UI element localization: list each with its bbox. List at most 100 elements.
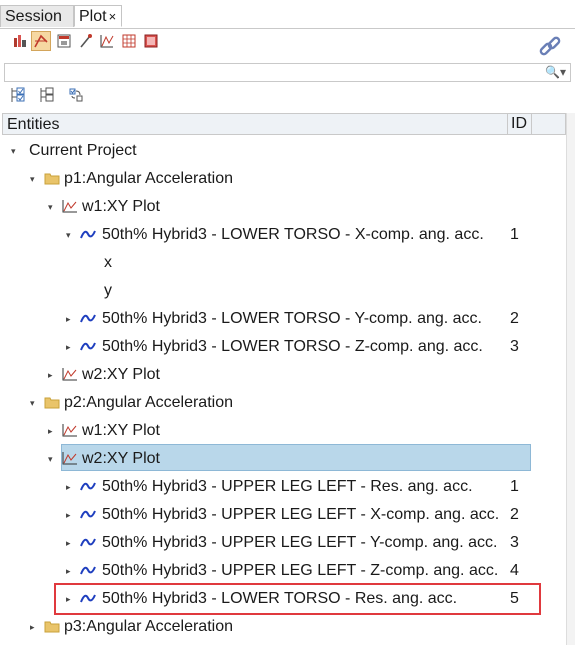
frame-icon[interactable] (141, 31, 161, 51)
node-label: p1:Angular Acceleration (64, 170, 233, 187)
tree-node-curve[interactable]: 50th% Hybrid3 - UPPER LEG LEFT - Res. an… (102, 473, 473, 501)
tree-node-window[interactable]: w1:XY Plot (82, 193, 160, 221)
tab-session[interactable]: Session (0, 5, 74, 27)
tab-bar: Session Plot × (0, 0, 575, 29)
tab-session-label: Session (5, 8, 62, 25)
node-label: 50th% Hybrid3 - UPPER LEG LEFT - Z-comp.… (102, 562, 499, 579)
tree-node-window[interactable]: w1:XY Plot (82, 417, 160, 445)
node-label: 50th% Hybrid3 - UPPER LEG LEFT - X-comp.… (102, 506, 500, 523)
toolbar (0, 29, 575, 61)
folder-icon (44, 621, 60, 633)
curve-id: 2 (510, 506, 519, 523)
node-label: 50th% Hybrid3 - LOWER TORSO - Y-comp. an… (102, 310, 482, 327)
node-label: 50th% Hybrid3 - LOWER TORSO - X-comp. an… (102, 226, 484, 243)
tree-node-x-vector[interactable]: x (104, 249, 112, 277)
curve-id: 1 (510, 226, 519, 243)
expand-arrow-icon[interactable]: ▸ (66, 538, 71, 549)
sync-icon[interactable] (66, 85, 86, 105)
curve-icon (80, 482, 96, 491)
node-label: 50th% Hybrid3 - LOWER TORSO - Z-comp. an… (102, 338, 483, 355)
expand-arrow-icon[interactable]: ▸ (48, 370, 53, 381)
tree-node-page[interactable]: p2:Angular Acceleration (64, 389, 233, 417)
tree-node-page[interactable]: p1:Angular Acceleration (64, 165, 233, 193)
tree-node-curve[interactable]: 50th% Hybrid3 - LOWER TORSO - X-comp. an… (102, 221, 484, 249)
curve-id: 3 (510, 338, 519, 355)
expand-arrow-icon[interactable]: ▸ (30, 622, 35, 633)
tree-node-window-selected[interactable]: w2:XY Plot (82, 445, 160, 473)
plot-create-icon[interactable] (10, 31, 30, 51)
folder-icon (44, 397, 60, 409)
curve-edit-icon[interactable] (31, 31, 51, 51)
node-label: 50th% Hybrid3 - UPPER LEG LEFT - Res. an… (102, 478, 473, 495)
tree-toolbar (0, 82, 575, 112)
curve-icon (80, 314, 96, 323)
node-label: w1:XY Plot (82, 422, 160, 439)
expand-arrow-icon[interactable]: ▸ (66, 594, 71, 605)
xy-plot-icon (62, 452, 77, 465)
node-label: w1:XY Plot (82, 198, 160, 215)
xy-plot-icon (62, 424, 77, 437)
tab-plot[interactable]: Plot × (74, 5, 122, 27)
tab-plot-label: Plot (79, 8, 107, 25)
curve-icon (80, 510, 96, 519)
tree-node-curve[interactable]: 50th% Hybrid3 - LOWER TORSO - Y-comp. an… (102, 305, 482, 333)
collapse-arrow-icon[interactable]: ▾ (48, 202, 53, 213)
tree-node-window[interactable]: w2:XY Plot (82, 361, 160, 389)
id-column-header[interactable]: ID (507, 114, 532, 134)
node-label: 50th% Hybrid3 - UPPER LEG LEFT - Y-comp.… (102, 534, 498, 551)
grid-icon[interactable] (119, 31, 139, 51)
tree-node-curve-highlighted[interactable]: 50th% Hybrid3 - LOWER TORSO - Res. ang. … (102, 585, 457, 613)
curve-icon (80, 538, 96, 547)
probe-icon[interactable] (76, 31, 96, 51)
node-label: Current Project (29, 142, 137, 159)
folder-icon (44, 173, 60, 185)
tree-node-curve[interactable]: 50th% Hybrid3 - UPPER LEG LEFT - Y-comp.… (102, 529, 497, 557)
expand-arrow-icon[interactable]: ▸ (66, 510, 71, 521)
tree-header: Entities ID (2, 113, 566, 135)
node-label: 50th% Hybrid3 - LOWER TORSO - Res. ang. … (102, 590, 458, 607)
expand-arrow-icon[interactable]: ▸ (66, 314, 71, 325)
curve-icon (80, 230, 96, 239)
collapse-arrow-icon[interactable]: ▾ (66, 230, 71, 241)
curve-id: 4 (510, 562, 519, 579)
link-icon[interactable] (537, 35, 563, 59)
collapse-arrow-icon[interactable]: ▾ (11, 146, 16, 157)
expand-all-icon[interactable] (8, 85, 28, 105)
curve-icon (80, 566, 96, 575)
tree-node-current-project[interactable]: Current Project (29, 137, 137, 165)
search-box: 🔍▾ (4, 63, 571, 82)
node-label: w2:XY Plot (82, 450, 160, 467)
xy-plot-icon (62, 368, 77, 381)
node-label: x (104, 254, 112, 271)
collapse-arrow-icon[interactable]: ▾ (48, 454, 53, 465)
xy-plot-icon (62, 200, 77, 213)
close-icon[interactable]: × (109, 9, 117, 24)
curve-id: 5 (510, 590, 519, 607)
curve-icon (80, 594, 96, 603)
curve-id: 1 (510, 478, 519, 495)
curve-id: 3 (510, 534, 519, 551)
node-label: p3:Angular Acceleration (64, 618, 233, 635)
tree-node-curve[interactable]: 50th% Hybrid3 - LOWER TORSO - Z-comp. an… (102, 333, 483, 361)
curve-id: 2 (510, 310, 519, 327)
scrollbar[interactable] (566, 113, 575, 645)
collapse-all-icon[interactable] (37, 85, 57, 105)
entities-column-header[interactable]: Entities (7, 116, 59, 134)
expand-arrow-icon[interactable]: ▸ (66, 342, 71, 353)
tree-node-curve[interactable]: 50th% Hybrid3 - UPPER LEG LEFT - Z-comp.… (102, 557, 498, 585)
window-icon[interactable] (54, 31, 74, 51)
collapse-arrow-icon[interactable]: ▾ (30, 398, 35, 409)
tree-node-page[interactable]: p3:Angular Acceleration (64, 613, 233, 641)
search-icon[interactable]: 🔍▾ (545, 65, 566, 79)
node-label: w2:XY Plot (82, 366, 160, 383)
axis-icon[interactable] (97, 31, 117, 51)
tree-node-y-vector[interactable]: y (104, 277, 112, 305)
node-label: y (104, 282, 112, 299)
search-input[interactable] (5, 65, 533, 81)
collapse-arrow-icon[interactable]: ▾ (30, 174, 35, 185)
curve-icon (80, 342, 96, 351)
expand-arrow-icon[interactable]: ▸ (66, 566, 71, 577)
expand-arrow-icon[interactable]: ▸ (48, 426, 53, 437)
tree-node-curve[interactable]: 50th% Hybrid3 - UPPER LEG LEFT - X-comp.… (102, 501, 499, 529)
expand-arrow-icon[interactable]: ▸ (66, 482, 71, 493)
